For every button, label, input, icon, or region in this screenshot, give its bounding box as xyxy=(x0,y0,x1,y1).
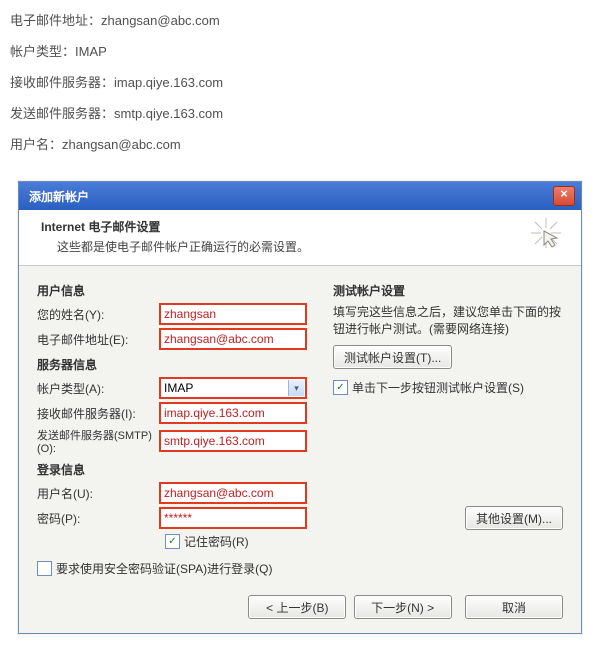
section-server-info: 服务器信息 xyxy=(37,356,317,373)
remember-password-label: 记住密码(R) xyxy=(184,533,249,550)
chevron-down-icon: ▾ xyxy=(288,380,304,396)
body-panel: 用户信息 您的姓名(Y): zhangsan 电子邮件地址(E): zhangs… xyxy=(19,266,581,633)
titlebar: 添加新帐户 × xyxy=(19,182,581,210)
summary-username-label: 用户名： xyxy=(10,137,62,152)
header-title: Internet 电子邮件设置 xyxy=(41,218,567,235)
cursor-star-icon xyxy=(529,216,563,250)
section-login-info: 登录信息 xyxy=(37,461,317,478)
account-type-value: IMAP xyxy=(164,381,193,395)
summary-outgoing-label: 发送邮件服务器： xyxy=(10,106,114,121)
add-account-dialog: 添加新帐户 × Internet 电子邮件设置 这些都是使电子邮件帐户正确运行的… xyxy=(18,181,582,634)
password-label: 密码(P): xyxy=(37,510,159,527)
remember-password-checkbox[interactable]: ✓ xyxy=(165,534,180,549)
outgoing-server-label: 发送邮件服务器(SMTP)(O): xyxy=(37,427,159,455)
summary-type-value: IMAP xyxy=(75,44,107,59)
test-account-button[interactable]: 测试帐户设置(T)... xyxy=(333,345,452,369)
outgoing-server-input[interactable]: smtp.qiye.163.com xyxy=(159,430,307,452)
incoming-server-label: 接收邮件服务器(I): xyxy=(37,405,159,422)
password-input[interactable]: ****** xyxy=(159,507,307,529)
dialog-footer: < 上一步(B) 下一步(N) > 取消 xyxy=(37,595,563,619)
username-label: 用户名(U): xyxy=(37,485,159,502)
spa-label: 要求使用安全密码验证(SPA)进行登录(Q) xyxy=(56,560,272,577)
summary-outgoing-value: smtp.qiye.163.com xyxy=(114,106,223,121)
test-hint-text: 填写完这些信息之后，建议您单击下面的按钮进行帐户测试。(需要网络连接) xyxy=(333,303,563,337)
header-panel: Internet 电子邮件设置 这些都是使电子邮件帐户正确运行的必需设置。 xyxy=(19,210,581,266)
next-button[interactable]: 下一步(N) > xyxy=(354,595,452,619)
summary-incoming-value: imap.qiye.163.com xyxy=(114,75,223,90)
test-on-next-label: 单击下一步按钮测试帐户设置(S) xyxy=(352,379,524,396)
right-column: 测试帐户设置 填写完这些信息之后，建议您单击下面的按钮进行帐户测试。(需要网络连… xyxy=(333,276,563,581)
spa-checkbox[interactable] xyxy=(37,561,52,576)
account-type-label: 帐户类型(A): xyxy=(37,380,159,397)
summary-incoming-label: 接收邮件服务器： xyxy=(10,75,114,90)
left-column: 用户信息 您的姓名(Y): zhangsan 电子邮件地址(E): zhangs… xyxy=(37,276,317,581)
account-type-select[interactable]: IMAP ▾ xyxy=(159,377,307,399)
summary-email-label: 电子邮件地址： xyxy=(10,13,101,28)
section-test-settings: 测试帐户设置 xyxy=(333,282,563,299)
summary-text-block: 电子邮件地址：zhangsan@abc.com 帐户类型：IMAP 接收邮件服务… xyxy=(0,0,600,171)
more-settings-button[interactable]: 其他设置(M)... xyxy=(465,506,563,530)
email-address-input[interactable]: zhangsan@abc.com xyxy=(159,328,307,350)
summary-username-value: zhangsan@abc.com xyxy=(62,137,181,152)
summary-type-label: 帐户类型： xyxy=(10,44,75,59)
close-button[interactable]: × xyxy=(553,186,575,206)
cancel-button[interactable]: 取消 xyxy=(465,595,563,619)
your-name-label: 您的姓名(Y): xyxy=(37,306,159,323)
email-address-label: 电子邮件地址(E): xyxy=(37,331,159,348)
section-user-info: 用户信息 xyxy=(37,282,317,299)
incoming-server-input[interactable]: imap.qiye.163.com xyxy=(159,402,307,424)
username-input[interactable]: zhangsan@abc.com xyxy=(159,482,307,504)
header-subtitle: 这些都是使电子邮件帐户正确运行的必需设置。 xyxy=(57,238,567,255)
back-button[interactable]: < 上一步(B) xyxy=(248,595,346,619)
dialog-title: 添加新帐户 xyxy=(29,188,89,205)
summary-email-value: zhangsan@abc.com xyxy=(101,13,220,28)
your-name-input[interactable]: zhangsan xyxy=(159,303,307,325)
test-on-next-checkbox[interactable]: ✓ xyxy=(333,380,348,395)
